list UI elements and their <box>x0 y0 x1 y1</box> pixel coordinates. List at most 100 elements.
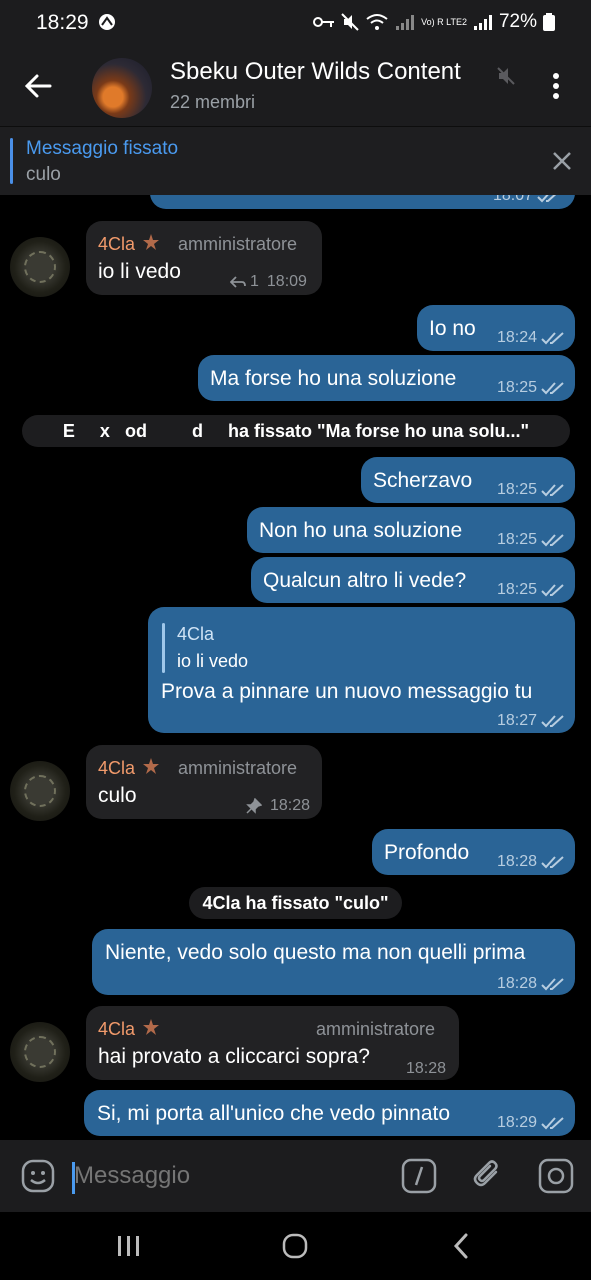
message-bubble-outgoing[interactable]: Niente, vedo solo questo ma non quelli p… <box>92 929 575 995</box>
message-time: 18:27 <box>496 712 537 729</box>
message-text: io li vedo <box>98 260 181 283</box>
message-bubble-outgoing[interactable]: Ma forse ho una soluzione 18:25 <box>198 355 575 401</box>
avatar[interactable] <box>10 237 70 297</box>
reply-quote-bar <box>162 623 165 673</box>
message-text: hai provato a cliccarci sopra? <box>98 1045 370 1068</box>
reply-author[interactable]: 4Cla <box>177 621 214 647</box>
message-meta: 18:28 <box>497 849 565 875</box>
pinned-text: culo <box>26 164 61 185</box>
service-message: 4Cla ha fissato "culo" <box>189 887 402 919</box>
message-text: Si, mi porta all'unico che vedo pinnato <box>97 1102 451 1125</box>
battery-percent: 72% <box>498 11 537 32</box>
pin-icon <box>246 798 262 814</box>
message-time: 18:24 <box>496 329 537 346</box>
sender-role: amministratore <box>178 758 298 778</box>
message-meta: 18:07 <box>493 195 561 209</box>
camera-icon[interactable] <box>538 1158 574 1194</box>
pinned-message-bar[interactable]: Messaggio fissato culo <box>0 126 591 195</box>
avatar[interactable] <box>10 1022 70 1082</box>
service-message: E x od d ha fissato "Ma forse ho una sol… <box>22 415 570 447</box>
message-text: Prova a pinnare un nuovo messaggio tu <box>161 680 533 703</box>
double-check-icon <box>541 534 564 547</box>
sender-name[interactable]: 4Cla <box>98 231 135 257</box>
sender-name[interactable]: 4Cla <box>98 1016 135 1042</box>
message-time: 18:25 <box>496 581 537 598</box>
message-bubble-partial[interactable]: 18:07 <box>150 195 575 209</box>
group-avatar[interactable] <box>92 58 152 118</box>
signal-icon <box>396 15 415 30</box>
message-bubble-outgoing[interactable]: Io no 18:24 <box>417 305 575 351</box>
status-icons: Vo) R LTE2 72% <box>313 11 555 33</box>
message-bubble-incoming[interactable]: 4Cla amministratore io li vedo 1 18:09 <box>86 221 322 295</box>
message-time: 18:29 <box>496 1114 537 1131</box>
message-text: Non ho una soluzione <box>259 519 463 542</box>
composer-bar <box>0 1140 591 1212</box>
message-bubble-incoming[interactable]: 4Cla amministratore culo 18:28 <box>86 745 322 819</box>
message-meta: 18:28 <box>246 793 310 819</box>
reply-preview[interactable]: io li vedo <box>177 648 248 674</box>
message-bubble-outgoing[interactable]: Profondo 18:28 <box>372 829 575 875</box>
double-check-icon <box>541 382 564 395</box>
avatar[interactable] <box>10 761 70 821</box>
recent-apps-icon[interactable] <box>116 1234 142 1258</box>
double-check-icon <box>541 1117 564 1130</box>
double-check-icon <box>541 584 564 597</box>
message-list[interactable]: 18:07 4Cla amministratore io li vedo 1 1… <box>0 195 591 1140</box>
message-bubble-outgoing[interactable]: 4Cla io li vedo Prova a pinnare un nuovo… <box>148 607 575 733</box>
message-time: 18:28 <box>406 1060 447 1077</box>
message-text: Scherzavo <box>373 469 473 492</box>
message-meta: 18:28 <box>406 1056 446 1082</box>
message-meta: 18:25 <box>497 527 565 553</box>
message-input[interactable] <box>72 1156 374 1196</box>
message-meta: 18:28 <box>497 971 565 997</box>
message-time: 18:07 <box>492 195 533 204</box>
message-time: 18:28 <box>270 797 311 814</box>
message-meta: 18:25 <box>497 375 565 401</box>
vpn-key-icon <box>313 17 335 27</box>
message-bubble-outgoing[interactable]: Non ho una soluzione 18:25 <box>247 507 575 553</box>
more-vert-icon[interactable] <box>544 70 568 102</box>
message-meta: 18:29 <box>497 1110 565 1136</box>
member-count: 22 membri <box>170 92 256 112</box>
sender-role: amministratore <box>178 234 298 254</box>
star-icon <box>143 1019 159 1035</box>
signal-icon-2 <box>473 15 492 30</box>
double-check-icon <box>537 195 557 203</box>
message-bubble-outgoing[interactable]: Scherzavo 18:25 <box>361 457 575 503</box>
home-icon[interactable] <box>281 1232 309 1260</box>
battery-icon <box>543 13 555 31</box>
attach-icon[interactable] <box>470 1158 506 1194</box>
message-bubble-incoming[interactable]: 4Cla amministratore hai provato a clicca… <box>86 1006 459 1080</box>
status-bar: 18:29 Vo) R LTE2 72% <box>0 0 591 46</box>
mute-icon <box>497 67 515 85</box>
system-nav-bar <box>0 1212 591 1280</box>
chat-header: Sbeku Outer Wilds Content 22 membri <box>0 46 591 126</box>
double-check-icon <box>541 715 564 728</box>
sticker-icon[interactable] <box>20 1158 56 1194</box>
message-text: Niente, vedo solo questo ma non quelli p… <box>105 941 526 964</box>
sender-name[interactable]: 4Cla <box>98 755 135 781</box>
command-icon[interactable] <box>401 1158 437 1194</box>
close-icon[interactable] <box>550 149 574 173</box>
message-bubble-outgoing[interactable]: Si, mi porta all'unico che vedo pinnato … <box>84 1090 575 1136</box>
status-time: 18:29 <box>36 11 89 34</box>
message-text: Ma forse ho una soluzione <box>210 367 457 390</box>
reply-icon <box>230 276 246 288</box>
message-meta: 18:27 <box>497 708 565 734</box>
network-label: Vo) R LTE2 <box>421 16 467 27</box>
message-time: 18:25 <box>496 481 537 498</box>
notification-icon <box>99 14 115 30</box>
pinned-indicator <box>10 138 13 184</box>
message-bubble-outgoing[interactable]: Qualcun altro li vede? 18:25 <box>251 557 575 603</box>
mute-vibrate-icon <box>341 13 359 31</box>
message-meta: 18:24 <box>497 325 565 351</box>
double-check-icon <box>541 332 564 345</box>
nav-back-icon[interactable] <box>450 1232 472 1260</box>
message-time: 18:25 <box>496 379 537 396</box>
message-text: Qualcun altro li vede? <box>263 569 467 592</box>
chat-title[interactable]: Sbeku Outer Wilds Content <box>170 58 488 86</box>
message-text: Profondo <box>384 841 470 864</box>
message-time: 18:28 <box>496 975 537 992</box>
message-time: 18:25 <box>496 531 537 548</box>
back-arrow-icon[interactable] <box>20 68 56 104</box>
